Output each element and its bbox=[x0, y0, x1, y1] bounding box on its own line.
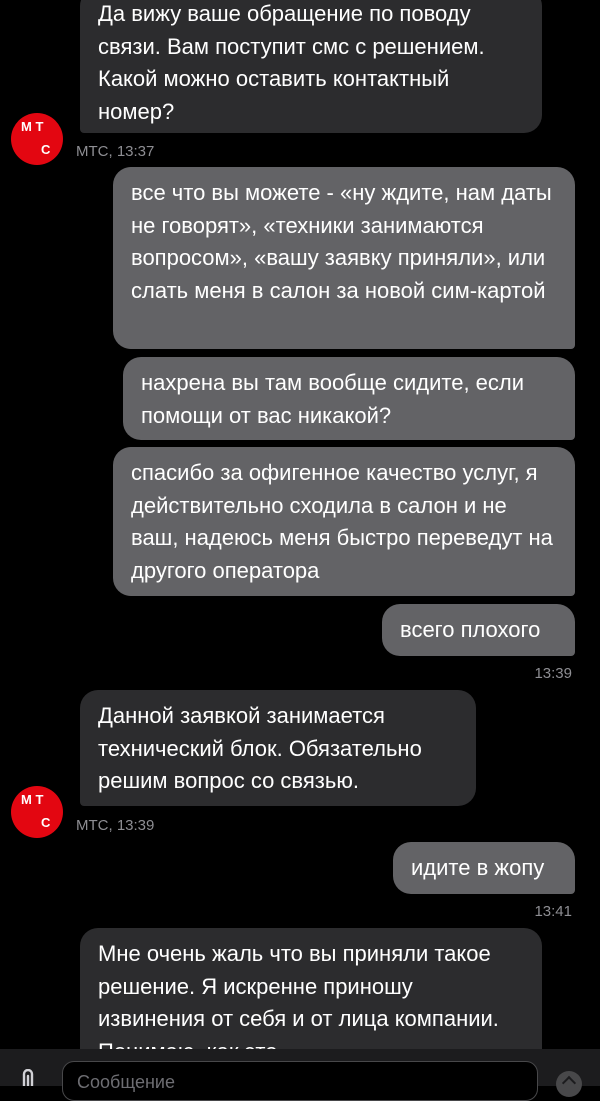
outgoing-message: спасибо за офигенное качество услуг, я д… bbox=[113, 447, 575, 596]
mts-avatar[interactable]: М Т С bbox=[11, 113, 63, 165]
sender-meta: МТС, 13:39 bbox=[76, 817, 155, 834]
outgoing-message: нахрена вы там вообще сидите, если помощ… bbox=[123, 357, 575, 440]
sender-meta: МТС, 13:37 bbox=[76, 143, 155, 160]
incoming-message: Да вижу ваше обращение по поводу связи. … bbox=[80, 0, 542, 133]
message-composer: Сообщение bbox=[0, 1049, 600, 1101]
message-text: спасибо за офигенное качество услуг, я д… bbox=[131, 460, 553, 583]
avatar-letters-top: М Т bbox=[21, 792, 44, 807]
outgoing-message: всего плохого bbox=[382, 604, 575, 656]
message-input-placeholder: Сообщение bbox=[77, 1072, 175, 1092]
outgoing-message: все что вы можете - «ну ждите, нам даты … bbox=[113, 167, 575, 349]
outgoing-message: идите в жопу bbox=[393, 842, 575, 894]
paperclip-icon[interactable] bbox=[18, 1069, 44, 1086]
chat-thread[interactable]: Да вижу ваше обращение по поводу связи. … bbox=[0, 0, 600, 1086]
message-text: все что вы можете - «ну ждите, нам даты … bbox=[131, 180, 552, 303]
message-text: Мне очень жаль что вы приняли такое реше… bbox=[98, 941, 499, 1064]
message-text: идите в жопу bbox=[411, 855, 545, 880]
message-text: Да вижу ваше обращение по поводу связи. … bbox=[98, 1, 485, 124]
avatar-letter-bottom: С bbox=[41, 815, 51, 830]
message-timestamp: 13:41 bbox=[534, 903, 572, 920]
avatar-letter-bottom: С bbox=[41, 142, 51, 157]
mts-avatar[interactable]: М Т С bbox=[11, 786, 63, 838]
message-text: нахрена вы там вообще сидите, если помощ… bbox=[141, 370, 525, 428]
send-arrow-icon[interactable] bbox=[556, 1071, 582, 1097]
incoming-message: Данной заявкой занимается технический бл… bbox=[80, 690, 476, 806]
avatar-letters-top: М Т bbox=[21, 119, 44, 134]
message-timestamp: 13:39 bbox=[534, 665, 572, 682]
message-text: всего плохого bbox=[400, 617, 541, 642]
message-text: Данной заявкой занимается технический бл… bbox=[98, 703, 422, 793]
message-input[interactable]: Сообщение bbox=[62, 1061, 538, 1101]
